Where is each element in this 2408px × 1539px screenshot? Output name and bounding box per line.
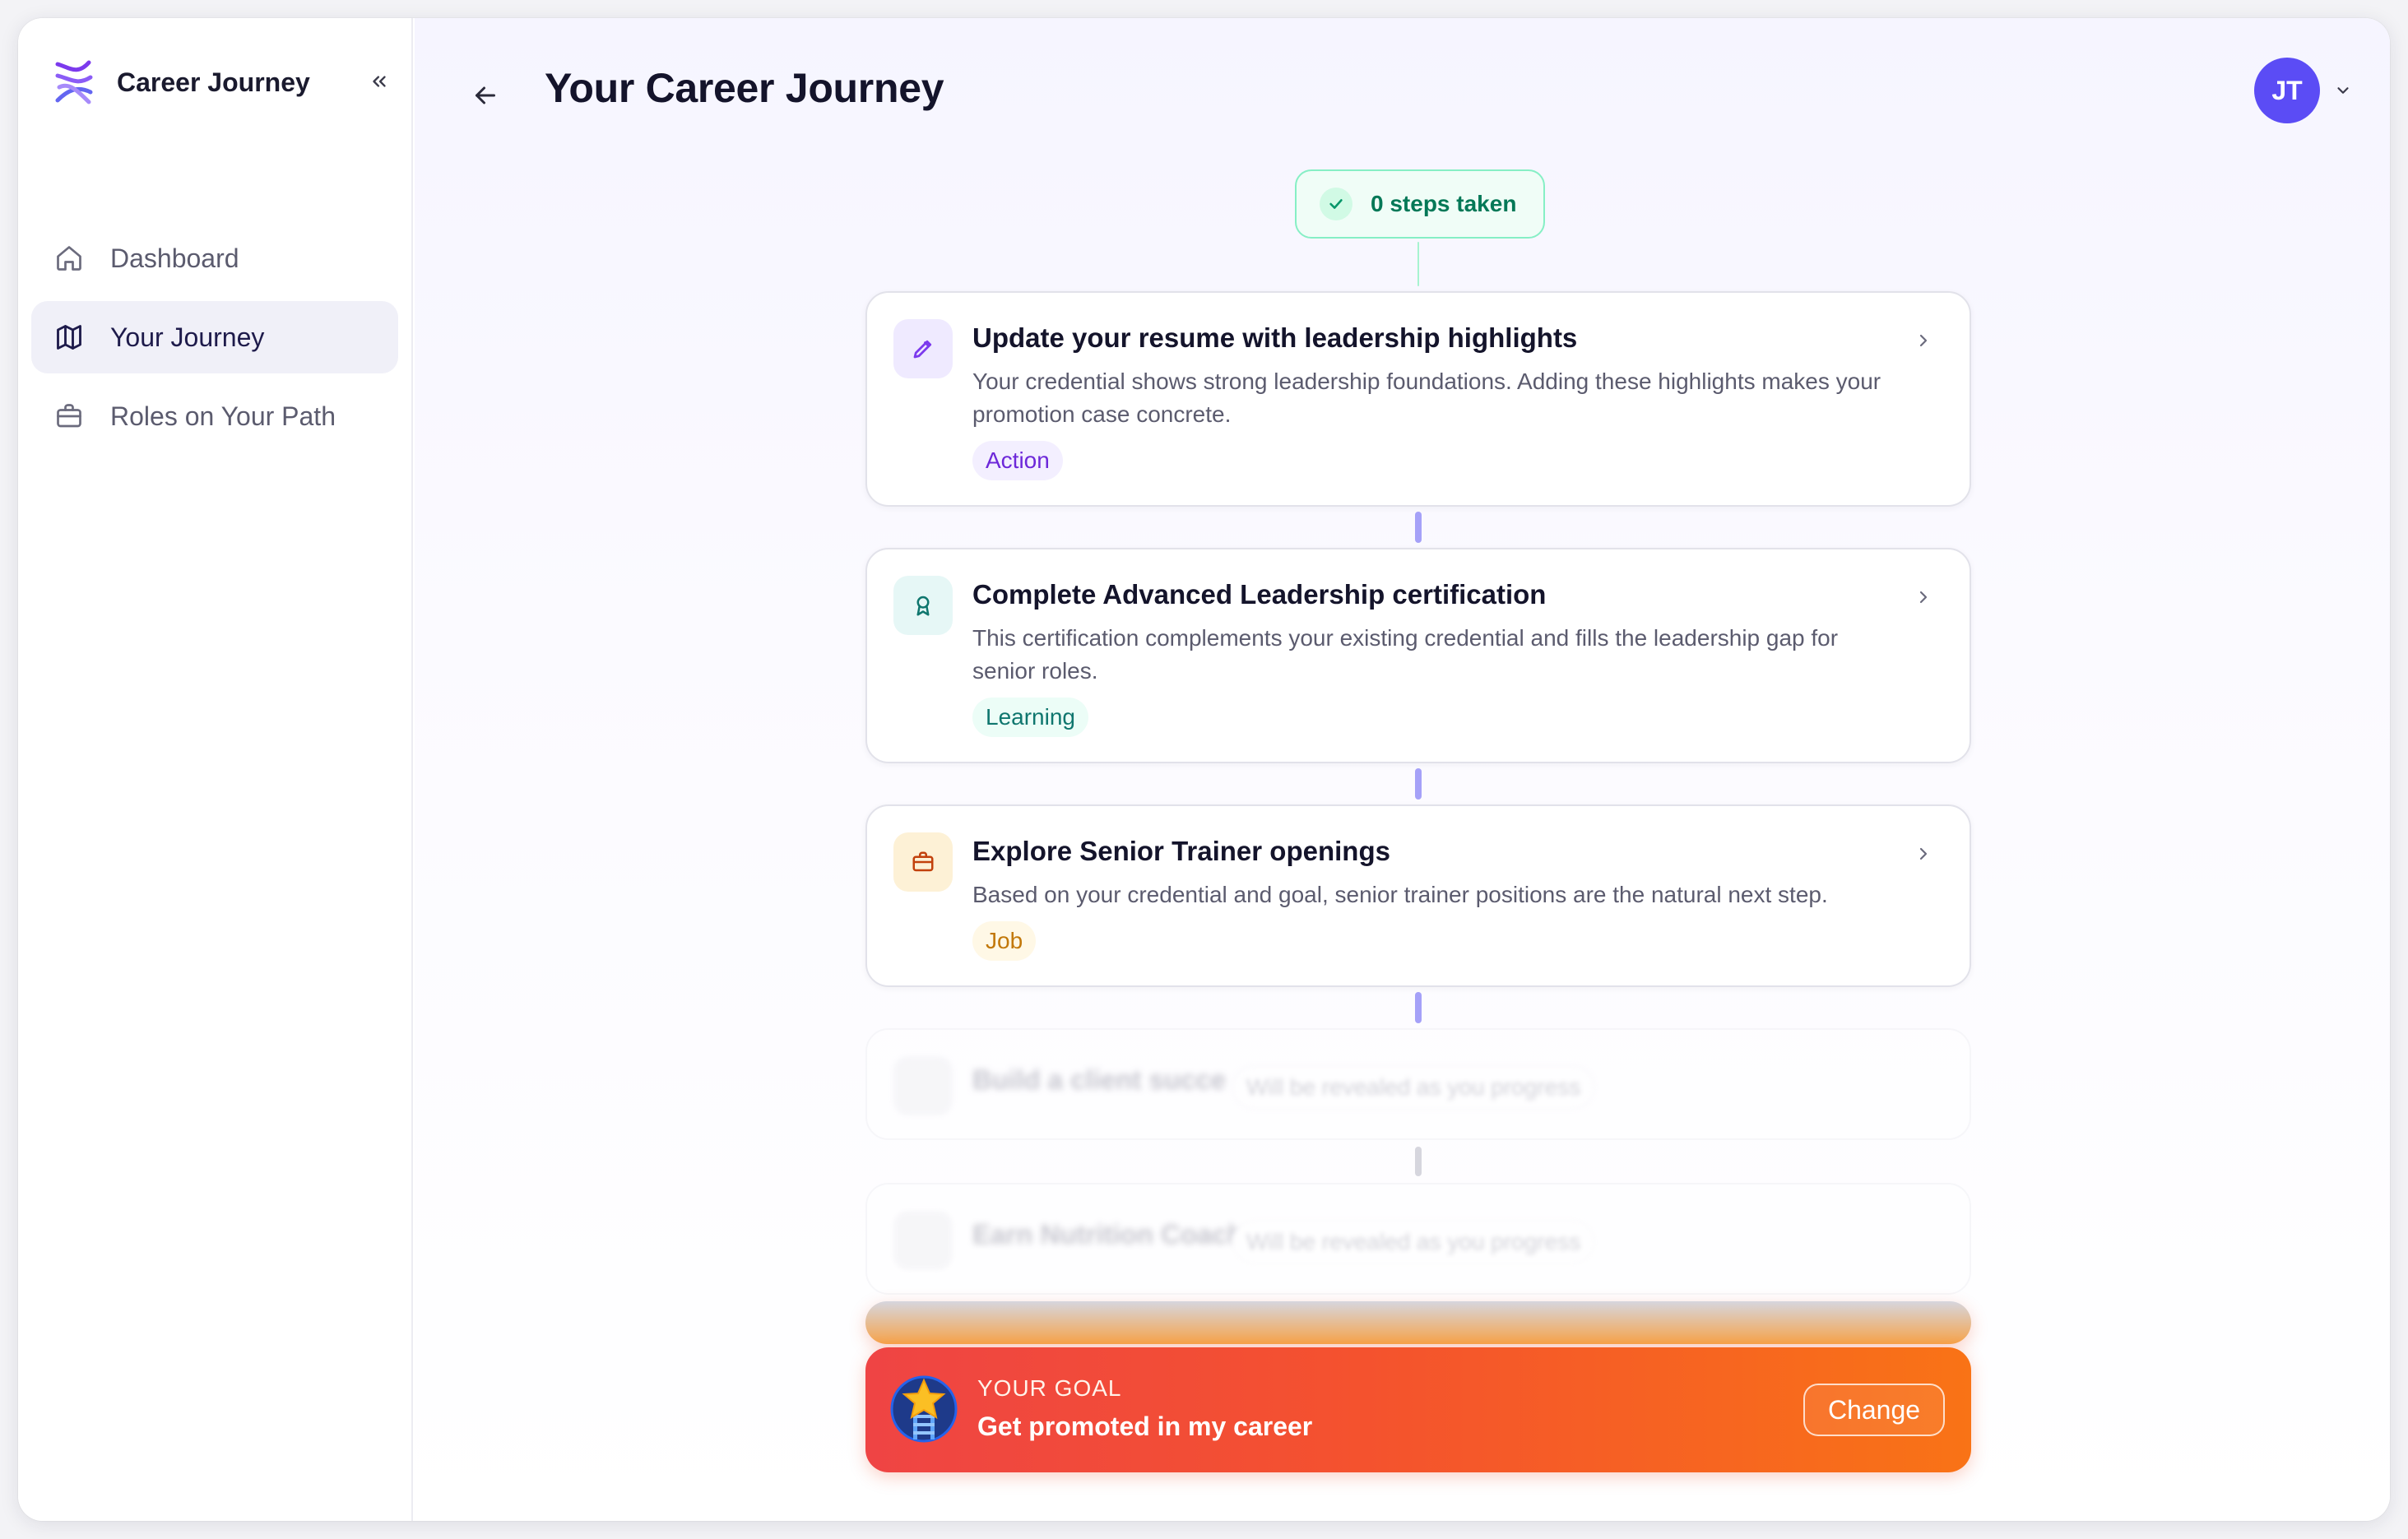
journey-step-card[interactable]: Update your resume with leadership highl… xyxy=(865,291,1971,507)
career-journey-logo-icon xyxy=(55,60,93,104)
sidebar-item-dashboard[interactable]: Dashboard xyxy=(31,222,398,294)
avatar[interactable]: JT xyxy=(2254,58,2320,123)
steps-taken-text: 0 steps taken xyxy=(1371,191,1517,216)
locked-step-title: Build a client succe xyxy=(972,1064,1227,1095)
sidebar-item-label: Roles on Your Path xyxy=(110,401,336,431)
step-title: Explore Senior Trainer openings xyxy=(972,836,1390,866)
goal-banner: YOUR GOAL Get promoted in my career Chan… xyxy=(865,1347,1971,1472)
sidebar-item-label: Your Journey xyxy=(110,322,265,352)
steps-taken-badge: 0 steps taken xyxy=(1295,169,1545,239)
journey-step-card[interactable]: Complete Advanced Leadership certificati… xyxy=(865,548,1971,763)
sidebar: Career Journey Dashboard Your Journey Ro… xyxy=(18,18,413,1521)
award-icon xyxy=(893,576,953,635)
main-content: Your Career Journey JT 0 steps taken Upd… xyxy=(415,18,2390,1521)
journey-step-card[interactable]: Explore Senior Trainer openings Based on… xyxy=(865,804,1971,987)
timeline-connector xyxy=(1417,242,1419,286)
locked-step-hint: Will be revealed as you progress xyxy=(1232,1221,1595,1263)
star-ladder-icon xyxy=(890,1375,958,1443)
step-title: Complete Advanced Leadership certificati… xyxy=(972,579,1547,610)
arrow-left-icon xyxy=(476,86,495,104)
app-window: Career Journey Dashboard Your Journey Ro… xyxy=(18,18,2390,1521)
map-icon xyxy=(53,321,86,354)
step-tag-learning: Learning xyxy=(972,698,1088,737)
account-menu-toggle[interactable] xyxy=(2331,79,2355,102)
back-button[interactable] xyxy=(464,74,507,117)
timeline-connector xyxy=(1415,768,1422,800)
sidebar-item-roles-on-your-path[interactable]: Roles on Your Path xyxy=(31,380,398,452)
goal-value: Get promoted in my career xyxy=(977,1412,1313,1441)
chevrons-left-icon xyxy=(373,76,386,87)
step-tag-action: Action xyxy=(972,441,1063,480)
check-circle-icon xyxy=(1320,188,1352,220)
chevron-right-icon xyxy=(1909,582,1938,612)
timeline-connector xyxy=(865,1301,1971,1344)
pencil-icon xyxy=(893,1056,953,1115)
step-tag-job: Job xyxy=(972,921,1037,961)
brand-title: Career Journey xyxy=(117,67,310,97)
sidebar-item-label: Dashboard xyxy=(110,243,239,273)
step-description: Your credential shows strong leadership … xyxy=(972,369,1881,427)
locked-step-title: Earn Nutrition Coach xyxy=(972,1219,1245,1249)
step-description: Based on your credential and goal, senio… xyxy=(972,882,1828,907)
sidebar-item-your-journey[interactable]: Your Journey xyxy=(31,301,398,373)
chevron-right-icon xyxy=(1909,839,1938,869)
goal-label: YOUR GOAL xyxy=(977,1375,1122,1401)
lock-icon xyxy=(893,1211,953,1270)
sidebar-nav: Dashboard Your Journey Roles on Your Pat… xyxy=(31,222,398,459)
locked-step-hint: Will be revealed as you progress xyxy=(1232,1066,1595,1109)
timeline-connector xyxy=(1415,1147,1422,1176)
chevron-right-icon xyxy=(1909,326,1938,355)
step-description: This certification complements your exis… xyxy=(972,625,1839,684)
home-icon xyxy=(53,242,86,275)
collapse-sidebar-button[interactable] xyxy=(359,61,400,102)
brand: Career Journey xyxy=(53,53,398,112)
timeline-connector xyxy=(1415,992,1422,1023)
locked-step-card: Build a client succe Will be revealed as… xyxy=(865,1028,1971,1140)
locked-step-card: Earn Nutrition Coach Will be revealed as… xyxy=(865,1183,1971,1295)
timeline-connector xyxy=(1415,512,1422,543)
briefcase-icon xyxy=(893,832,953,892)
pencil-icon xyxy=(893,319,953,378)
briefcase-icon xyxy=(53,400,86,433)
journey-column: 0 steps taken Update your resume with le… xyxy=(865,18,1971,1521)
chevron-down-icon xyxy=(2337,87,2349,94)
change-goal-button[interactable]: Change xyxy=(1803,1384,1945,1436)
step-title: Update your resume with leadership highl… xyxy=(972,322,1578,353)
